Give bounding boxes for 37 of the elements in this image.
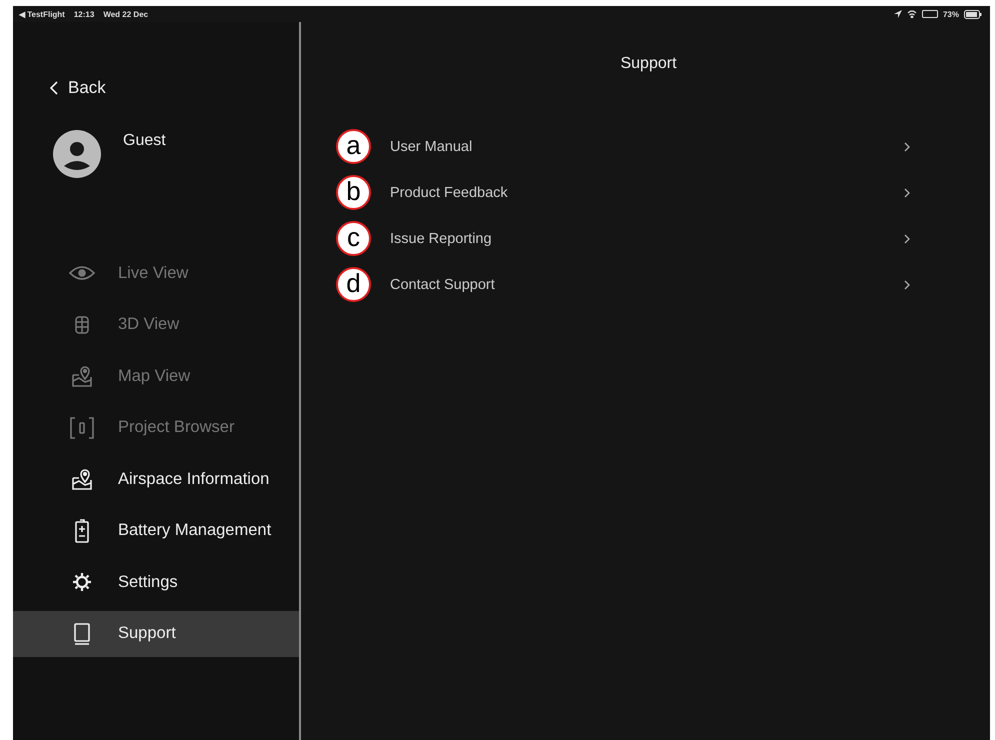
wifi-icon bbox=[906, 10, 917, 18]
support-menu-item[interactable]: a User Manual bbox=[336, 129, 910, 165]
status-time: 12:13 bbox=[74, 10, 94, 18]
map-pin-icon bbox=[71, 365, 93, 387]
sidebar-item[interactable]: Airspace Information bbox=[13, 456, 299, 502]
settings-icon bbox=[73, 573, 91, 591]
sidebar-item[interactable]: Support bbox=[13, 610, 299, 656]
chevron-right-icon bbox=[904, 234, 910, 244]
back-button[interactable]: Back bbox=[50, 74, 106, 102]
support-menu-item[interactable]: c Issue Reporting bbox=[336, 221, 910, 257]
page-title: Support bbox=[619, 55, 678, 73]
chevron-right-icon bbox=[904, 280, 910, 290]
bracket-card-icon bbox=[70, 416, 94, 438]
chevron-left-icon bbox=[50, 81, 58, 95]
avatar-icon bbox=[53, 130, 101, 178]
chevron-right-icon bbox=[904, 142, 910, 152]
chevron-right-icon bbox=[904, 188, 910, 198]
eye-icon bbox=[69, 265, 95, 281]
map-pin-icon bbox=[71, 468, 93, 490]
cylinder-grid-icon bbox=[75, 316, 89, 334]
vpn-badge-icon bbox=[922, 10, 938, 18]
location-arrow-icon bbox=[894, 10, 902, 18]
battery-icon bbox=[964, 10, 982, 18]
sidebar-item[interactable]: Settings bbox=[13, 559, 299, 605]
battery-percentage: 73% bbox=[942, 10, 959, 18]
user-name: Guest bbox=[123, 132, 166, 150]
battery-icon bbox=[75, 518, 89, 542]
annotation-marker: c bbox=[336, 221, 371, 256]
annotation-marker: d bbox=[336, 267, 371, 302]
back-to-app-link[interactable]: ◀ TestFlight bbox=[19, 10, 65, 18]
status-date: Wed 22 Dec bbox=[103, 10, 148, 18]
sidebar-item[interactable]: Battery Management bbox=[13, 508, 299, 554]
annotation-marker: b bbox=[336, 175, 371, 210]
tablet-icon bbox=[74, 622, 90, 644]
support-menu-item[interactable]: d Contact Support bbox=[336, 267, 910, 303]
annotation-marker: a bbox=[336, 129, 371, 164]
support-menu-item[interactable]: b Product Feedback bbox=[336, 175, 910, 211]
